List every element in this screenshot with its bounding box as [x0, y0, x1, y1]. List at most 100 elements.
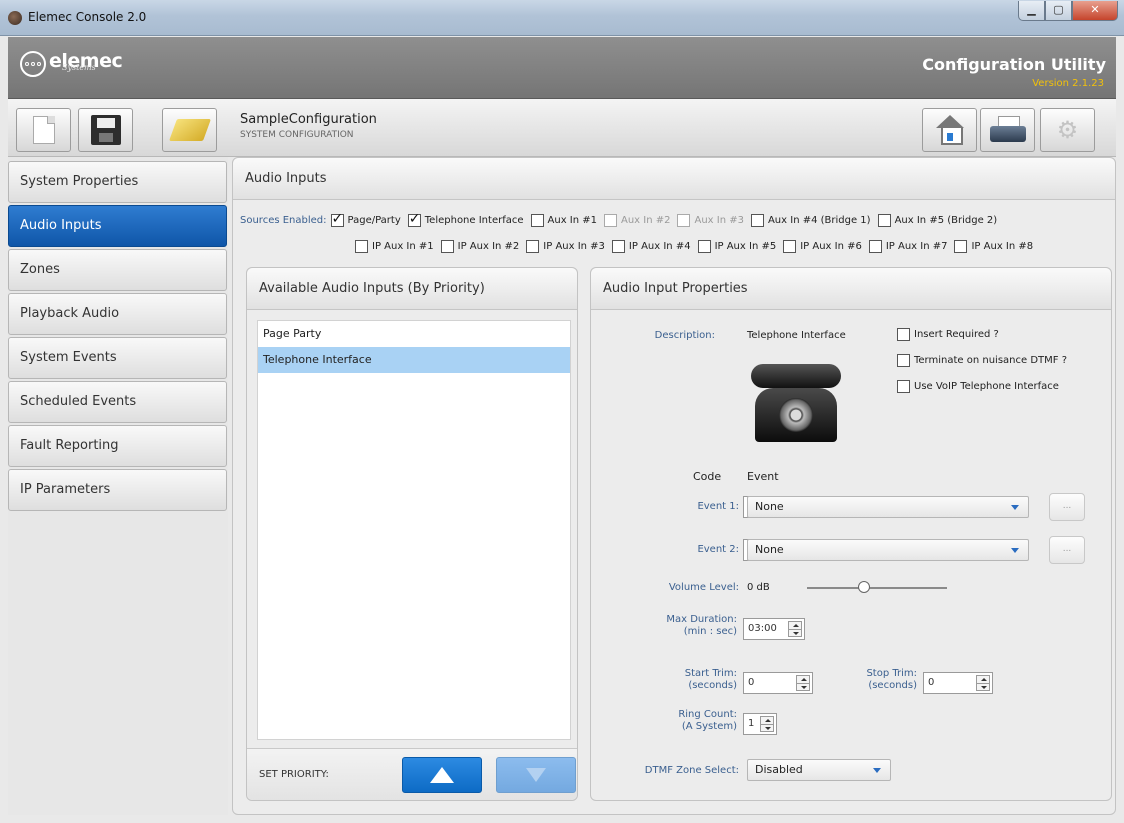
- priority-down-button[interactable]: [496, 757, 576, 793]
- max-duration-stepper[interactable]: 03:00: [743, 618, 805, 640]
- sidebar-item-system-properties[interactable]: System Properties: [8, 161, 227, 203]
- use-voip-checkbox[interactable]: Use VoIP Telephone Interface: [897, 380, 1059, 393]
- app-icon: [8, 11, 22, 25]
- sidebar-item-fault-reporting[interactable]: Fault Reporting: [8, 425, 227, 467]
- event-1-browse-button[interactable]: ...: [1049, 493, 1085, 521]
- checkbox[interactable]: [407, 211, 421, 227]
- settings-button[interactable]: ⚙: [1040, 108, 1095, 152]
- sidebar-item-system-events[interactable]: System Events: [8, 337, 227, 379]
- chevron-down-icon: [1011, 505, 1019, 510]
- checkbox[interactable]: [440, 240, 454, 253]
- sources-row-2: IP Aux In #1 IP Aux In #2 IP Aux In #3 I…: [355, 240, 1040, 253]
- checkbox[interactable]: [897, 328, 910, 341]
- source-aux-in-1[interactable]: Aux In #1: [530, 214, 597, 227]
- arrow-down-icon: [526, 768, 546, 782]
- source-telephone-interface[interactable]: Telephone Interface: [407, 211, 524, 227]
- checkbox-label: IP Aux In #8: [971, 241, 1034, 252]
- event-2-select-value: None: [755, 543, 784, 556]
- available-inputs-panel: Available Audio Inputs (By Priority) Pag…: [246, 267, 578, 801]
- stop-trim-value: 0: [928, 677, 935, 688]
- priority-up-button[interactable]: [402, 757, 482, 793]
- event-2-select[interactable]: None: [747, 539, 1029, 561]
- print-button[interactable]: [980, 108, 1035, 152]
- checkbox-label: IP Aux In #7: [885, 241, 948, 252]
- volume-level-value: 0 dB: [747, 582, 770, 593]
- stepper-arrows-icon[interactable]: [796, 675, 810, 691]
- minimize-button[interactable]: ▁: [1018, 1, 1045, 21]
- volume-slider-thumb[interactable]: [858, 581, 871, 593]
- checkbox-label: Telephone Interface: [424, 215, 524, 226]
- save-button[interactable]: [78, 108, 133, 152]
- checkbox-label: Page/Party: [347, 215, 401, 226]
- code-header: Code: [693, 470, 722, 483]
- checkbox[interactable]: [897, 354, 910, 367]
- sidebar-item-audio-inputs[interactable]: Audio Inputs: [8, 205, 227, 247]
- checkbox[interactable]: [526, 240, 540, 253]
- stepper-arrows-icon[interactable]: [788, 621, 802, 637]
- list-item[interactable]: Page Party: [258, 321, 570, 347]
- description-value: Telephone Interface: [747, 330, 846, 341]
- source-ip-aux-in-4[interactable]: IP Aux In #4: [611, 240, 691, 253]
- ring-count-stepper[interactable]: 1: [743, 713, 777, 735]
- source-aux-in-5[interactable]: Aux In #5 (Bridge 2): [877, 214, 998, 227]
- source-ip-aux-in-3[interactable]: IP Aux In #3: [526, 240, 605, 253]
- source-ip-aux-in-6[interactable]: IP Aux In #6: [783, 240, 862, 253]
- sidebar-item-playback-audio[interactable]: Playback Audio: [8, 293, 227, 335]
- sidebar-item-ip-parameters[interactable]: IP Parameters: [8, 469, 227, 511]
- event-1-select[interactable]: None: [747, 496, 1029, 518]
- stop-trim-stepper[interactable]: 0: [923, 672, 993, 694]
- maximize-button[interactable]: ▢: [1045, 1, 1072, 21]
- source-ip-aux-in-8[interactable]: IP Aux In #8: [954, 240, 1033, 253]
- insert-required-checkbox[interactable]: Insert Required ?: [897, 328, 999, 341]
- home-button[interactable]: [922, 108, 977, 152]
- checkbox: [604, 214, 617, 227]
- max-duration-label: Max Duration: (min : sec): [666, 614, 737, 637]
- checkbox[interactable]: [897, 380, 910, 393]
- checkbox-label: IP Aux In #5: [714, 241, 777, 252]
- volume-level-label: Volume Level:: [668, 582, 739, 593]
- telephone-icon: [751, 358, 841, 444]
- source-aux-in-4[interactable]: Aux In #4 (Bridge 1): [750, 214, 871, 227]
- window-title: Elemec Console 2.0: [28, 10, 147, 24]
- arrow-up-icon: [430, 767, 454, 783]
- checkbox-label: Terminate on nuisance DTMF ?: [914, 355, 1068, 366]
- stepper-arrows-icon[interactable]: [976, 675, 990, 691]
- source-page-party[interactable]: Page/Party: [330, 211, 401, 227]
- checkbox-label: Aux In #5 (Bridge 2): [894, 215, 998, 226]
- dtmf-zone-select[interactable]: Disabled: [747, 759, 891, 781]
- open-button[interactable]: [162, 108, 217, 152]
- event-1-select-value: None: [755, 500, 784, 513]
- checkbox[interactable]: [750, 214, 764, 227]
- checkbox-label: Insert Required ?: [914, 329, 999, 340]
- close-button[interactable]: ✕: [1072, 1, 1118, 21]
- window-controls: ▁ ▢ ✕: [1018, 1, 1118, 21]
- logo-subtitle: Systems: [62, 63, 96, 72]
- toolbar: SampleConfiguration SYSTEM CONFIGURATION…: [8, 99, 1116, 157]
- stepper-arrows-icon[interactable]: [760, 716, 774, 732]
- sidebar-item-zones[interactable]: Zones: [8, 249, 227, 291]
- new-button[interactable]: [16, 108, 71, 152]
- source-ip-aux-in-7[interactable]: IP Aux In #7: [868, 240, 948, 253]
- checkbox[interactable]: [697, 240, 711, 253]
- checkbox[interactable]: [877, 214, 891, 227]
- list-item[interactable]: Telephone Interface: [258, 347, 570, 373]
- checkbox[interactable]: [355, 240, 368, 253]
- checkbox[interactable]: [330, 211, 344, 227]
- event-2-browse-button[interactable]: ...: [1049, 536, 1085, 564]
- volume-slider[interactable]: [807, 581, 947, 593]
- configuration-subtitle: SYSTEM CONFIGURATION: [240, 130, 354, 140]
- start-trim-stepper[interactable]: 0: [743, 672, 813, 694]
- checkbox[interactable]: [611, 240, 625, 253]
- source-ip-aux-in-2[interactable]: IP Aux In #2: [440, 240, 519, 253]
- terminate-dtmf-checkbox[interactable]: Terminate on nuisance DTMF ?: [897, 354, 1067, 367]
- sidebar-item-scheduled-events[interactable]: Scheduled Events: [8, 381, 227, 423]
- source-ip-aux-in-1[interactable]: IP Aux In #1: [355, 240, 434, 253]
- checkbox[interactable]: [530, 214, 544, 227]
- save-icon: [90, 115, 121, 145]
- new-document-icon: [32, 116, 55, 144]
- source-ip-aux-in-5[interactable]: IP Aux In #5: [697, 240, 777, 253]
- checkbox[interactable]: [783, 240, 797, 253]
- checkbox[interactable]: [868, 240, 882, 253]
- checkbox[interactable]: [954, 240, 968, 253]
- max-duration-value: 03:00: [748, 623, 777, 634]
